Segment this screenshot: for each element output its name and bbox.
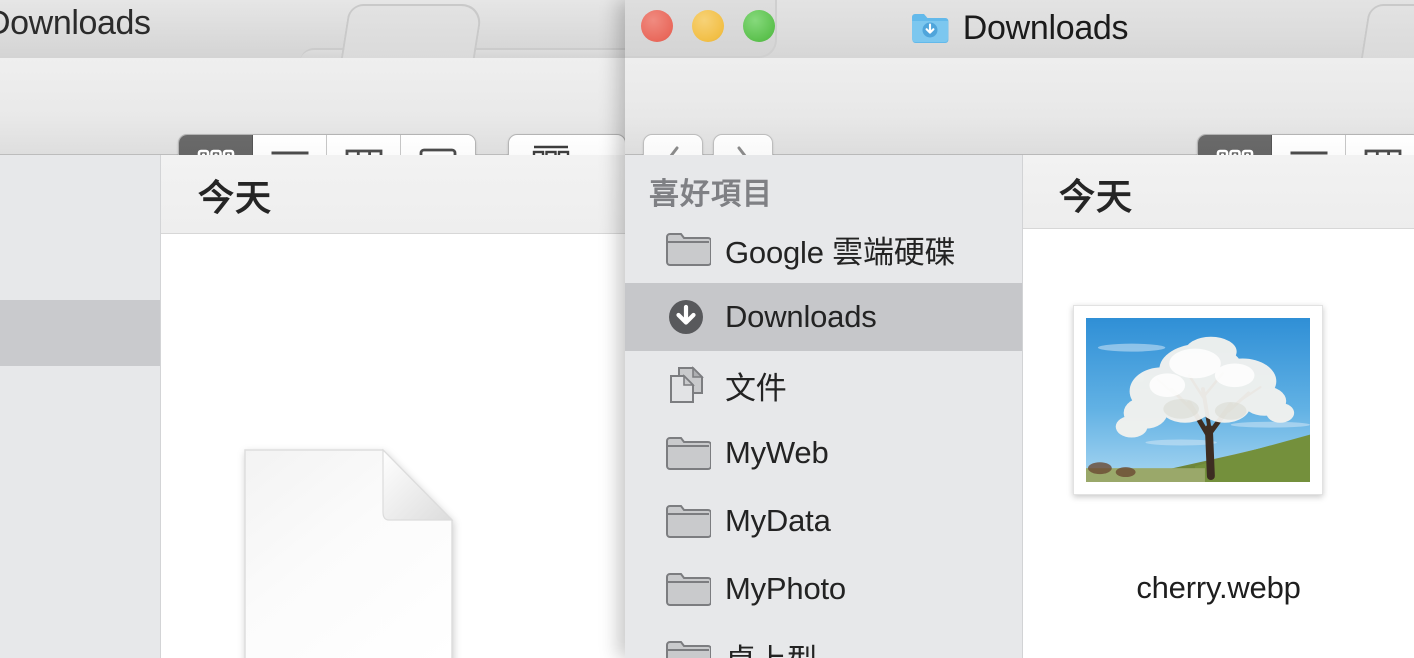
sidebar-item-label: MyWeb — [725, 435, 829, 470]
sidebar-item-desktop[interactable]: 桌上型 — [625, 623, 1022, 658]
back-window-title: Downloads — [0, 4, 151, 42]
folder-icon — [665, 433, 712, 473]
sidebar-item-label: Downloads — [725, 299, 877, 334]
sidebar-item-label: 桌上型 — [725, 635, 818, 658]
back-window-titlebar[interactable]: Downloads — [0, 0, 640, 62]
front-window-title-group: Downloads — [625, 2, 1414, 54]
sidebar-item-documents[interactable]: 文件 — [625, 351, 1022, 419]
sidebar-item-list[interactable]: Google 雲端硬碟 Downloads 文件 MyWeb MyData My… — [625, 215, 1022, 658]
back-window-toolbar[interactable] — [0, 58, 640, 194]
sidebar-section-header: 喜好項目 — [649, 178, 773, 211]
documents-icon — [665, 365, 711, 405]
sidebar-item-myweb[interactable]: MyWeb — [625, 419, 1022, 487]
front-window-file-area[interactable]: 今天 cherry.webp — [1023, 155, 1414, 658]
folder-icon — [665, 569, 712, 609]
sidebar-item-mydata[interactable]: MyData — [625, 487, 1022, 555]
front-window-title: Downloads — [962, 8, 1129, 47]
front-window-titlebar[interactable]: Downloads — [625, 0, 1414, 60]
image-thumbnail[interactable] — [1073, 305, 1323, 495]
sidebar-item-downloads[interactable]: Downloads — [625, 283, 1022, 351]
sidebar-item-google-drive[interactable]: Google 雲端硬碟 — [625, 215, 1022, 283]
finder-window-front[interactable]: Downloads 喜好項目 Google 雲端硬碟 Downloads 文件 … — [625, 0, 1414, 658]
folder-icon — [665, 229, 712, 269]
front-window-body: 喜好項目 Google 雲端硬碟 Downloads 文件 MyWeb MyDa… — [625, 155, 1414, 658]
sidebar-item-label: Google 雲端硬碟 — [725, 234, 956, 270]
sidebar-item-label: 文件 — [725, 370, 787, 406]
front-window-sidebar[interactable]: 喜好項目 Google 雲端硬碟 Downloads 文件 MyWeb MyDa… — [625, 155, 1023, 658]
sidebar-item-myphoto[interactable]: MyPhoto — [625, 555, 1022, 623]
back-window-tab-shape[interactable] — [340, 4, 484, 60]
back-sidebar-selected-row[interactable] — [0, 300, 160, 366]
folder-icon — [665, 501, 712, 541]
front-group-header: 今天 — [1023, 155, 1414, 229]
cherry-tree-photo — [1086, 318, 1310, 482]
downloads-circle-icon — [665, 297, 711, 337]
folder-icon — [665, 637, 712, 658]
screenshot-root: Downloads 今天 Downloads 喜好項目 Google 雲端硬碟 … — [0, 0, 1414, 658]
front-group-header-label: 今天 — [1059, 176, 1134, 217]
sidebar-item-label: MyData — [725, 503, 831, 538]
back-group-header: 今天 — [161, 155, 640, 234]
back-window-body: 今天 — [0, 155, 640, 658]
blank-document-icon[interactable] — [243, 448, 454, 658]
back-group-header-label: 今天 — [198, 177, 273, 218]
back-window-sidebar[interactable] — [0, 155, 161, 658]
finder-window-back[interactable]: Downloads 今天 — [0, 0, 640, 658]
front-window-toolbar[interactable] — [625, 58, 1414, 194]
front-file-name: cherry.webp — [1136, 570, 1301, 605]
downloads-folder-icon — [911, 12, 949, 44]
sidebar-item-label: MyPhoto — [725, 571, 846, 606]
